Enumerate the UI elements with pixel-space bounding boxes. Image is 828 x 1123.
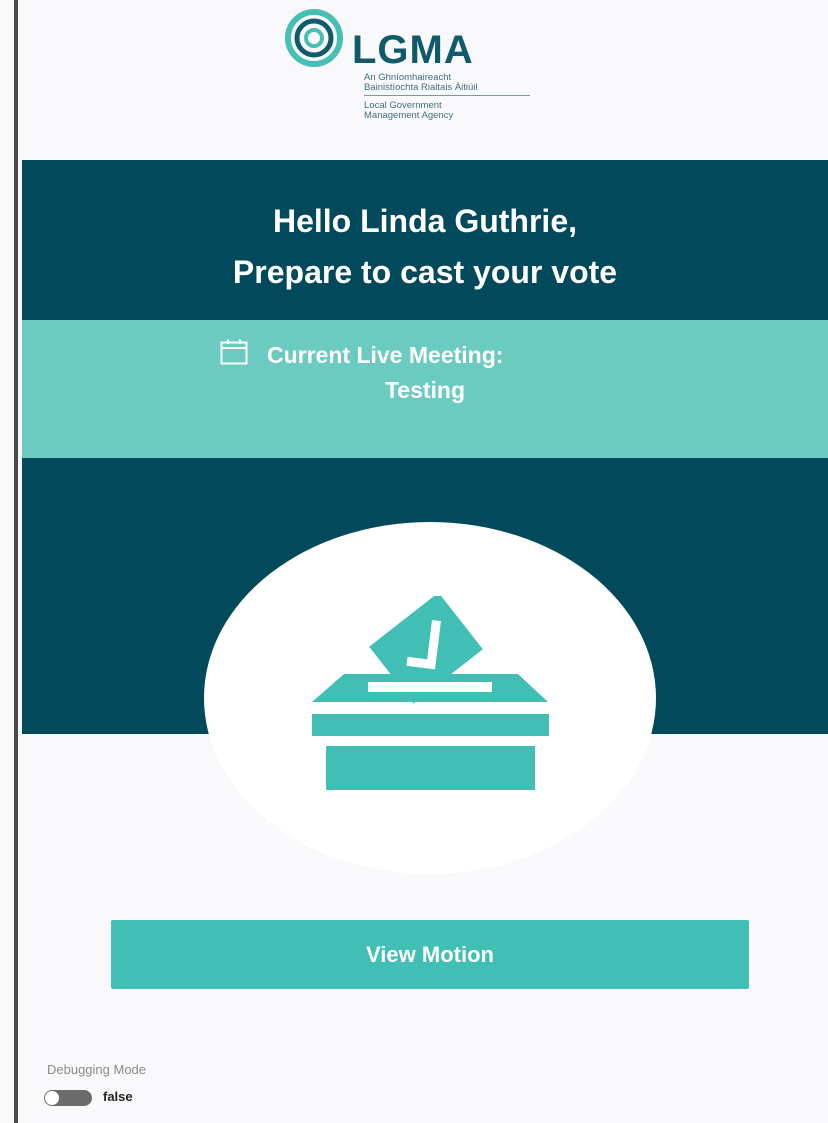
left-border <box>14 0 18 1123</box>
debugging-mode-label: Debugging Mode <box>47 1062 147 1077</box>
logo-name: LGMA <box>352 28 474 72</box>
lgma-logo: LGMA An Ghníomhaireacht Bainistíochta Ri… <box>284 8 544 128</box>
meeting-label: Current Live Meeting: <box>267 342 504 368</box>
logo-english-line-2: Management Agency <box>364 110 454 121</box>
logo-divider <box>364 95 530 96</box>
greeting-name: Hello Linda Guthrie, <box>272 203 577 239</box>
calendar-icon <box>220 339 248 365</box>
ballot-box-icon <box>312 596 549 790</box>
view-motion-button[interactable]: View Motion <box>111 920 749 989</box>
logo-irish-line-2: Bainistíochta Rialtais Áitiúil <box>364 82 478 93</box>
toggle-knob <box>45 1091 59 1105</box>
lgma-logo-mark-icon <box>285 9 343 67</box>
meeting-name: Testing <box>384 377 466 403</box>
greeting-banner: Hello Linda Guthrie, Prepare to cast you… <box>22 160 828 320</box>
debugging-mode-value: false <box>103 1089 133 1104</box>
greeting-instruction: Prepare to cast your vote <box>232 254 618 290</box>
current-meeting-panel: Current Live Meeting: Testing <box>22 320 828 458</box>
debugging-mode-toggle[interactable] <box>44 1090 92 1106</box>
